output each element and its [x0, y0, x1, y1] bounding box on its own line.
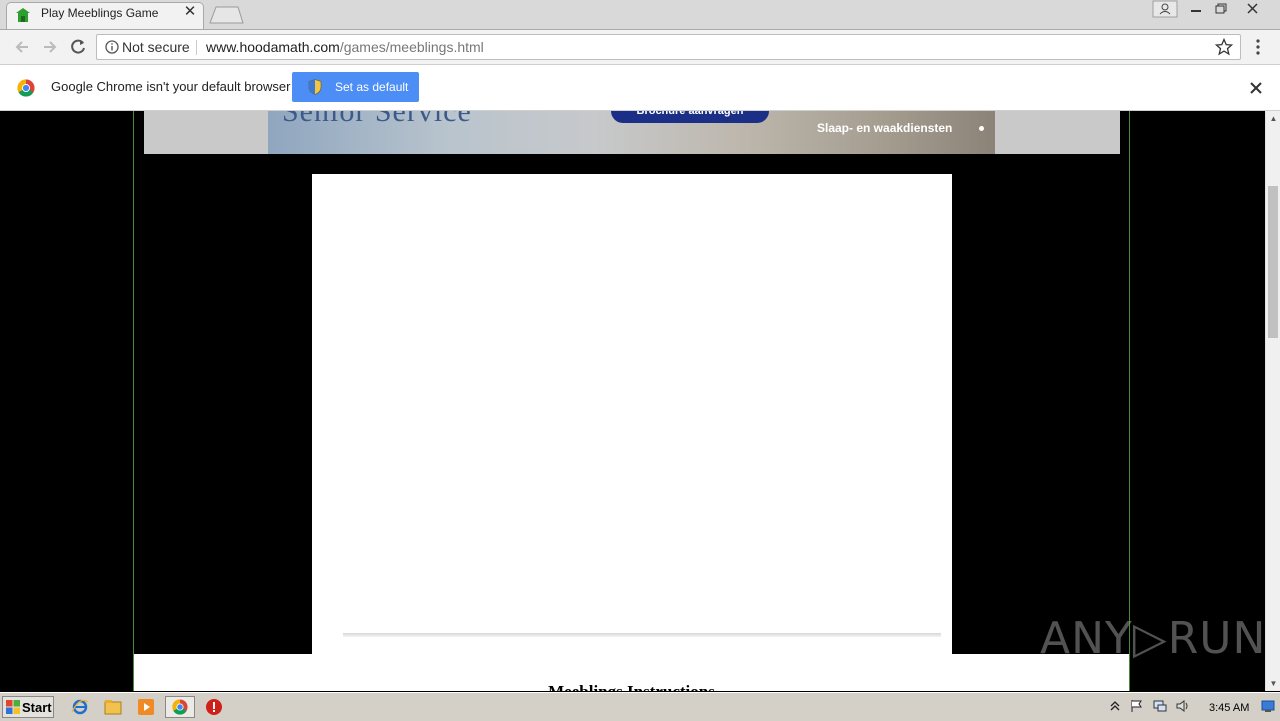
windows-taskbar: Start 3:45 AM	[0, 692, 1280, 721]
restore-icon[interactable]	[1207, 0, 1233, 18]
ad-service-text: Slaap- en waakdiensten	[817, 121, 953, 135]
tab-strip: Play Meeblings Game ✕	[0, 0, 1280, 30]
address-bar[interactable]: Not secure www.hoodamath.com/games/meebl…	[96, 34, 1241, 60]
media-player-icon[interactable]	[137, 698, 155, 716]
show-hidden-icons-icon[interactable]	[1108, 699, 1122, 713]
set-as-default-button[interactable]: Set as default	[292, 72, 419, 102]
chrome-taskbar-icon	[172, 699, 188, 715]
url-path: /games/meeblings.html	[339, 39, 484, 55]
file-explorer-icon[interactable]	[104, 698, 122, 716]
forward-arrow-icon[interactable]	[40, 37, 60, 57]
url-text[interactable]: www.hoodamath.com/games/meeblings.html	[206, 39, 484, 55]
scroll-up-icon[interactable]: ▲	[1266, 111, 1280, 126]
page-viewport: Senior Service Brochure aanvragen Slaap-…	[0, 111, 1265, 691]
taskbar-chrome-button[interactable]	[165, 696, 195, 718]
omnibox-divider	[196, 40, 197, 55]
default-browser-infobar: Google Chrome isn't your default browser…	[0, 65, 1280, 111]
info-icon[interactable]	[105, 40, 119, 54]
security-label: Not secure	[122, 39, 190, 55]
start-button[interactable]: Start	[2, 696, 54, 718]
back-arrow-icon[interactable]	[12, 37, 32, 57]
advertisement-banner[interactable]: Senior Service Brochure aanvragen Slaap-…	[268, 111, 995, 154]
infobar-message: Google Chrome isn't your default browser	[51, 79, 291, 94]
network-icon[interactable]	[1153, 699, 1167, 713]
close-window-icon[interactable]	[1240, 0, 1266, 18]
internet-explorer-icon[interactable]	[71, 698, 89, 716]
minimize-icon[interactable]	[1183, 0, 1209, 18]
scroll-thumb[interactable]	[1268, 186, 1278, 338]
game-frame-divider	[343, 633, 941, 637]
stop-sign-icon[interactable]	[205, 698, 223, 716]
chrome-logo-icon	[17, 79, 35, 97]
volume-icon[interactable]	[1176, 699, 1190, 713]
ad-brochure-button[interactable]: Brochure aanvragen	[611, 111, 769, 123]
action-center-flag-icon[interactable]	[1130, 699, 1144, 713]
infobar-close-icon[interactable]	[1247, 79, 1265, 97]
instructions-heading: Meeblings Instructions	[134, 682, 1129, 691]
start-label: Start	[22, 700, 52, 715]
tab-title: Play Meeblings Game	[41, 6, 159, 20]
tab-close-icon[interactable]: ✕	[182, 4, 198, 20]
taskbar-clock[interactable]: 3:45 AM	[1209, 702, 1249, 714]
bookmark-star-icon[interactable]	[1215, 38, 1233, 56]
browser-toolbar: Not secure www.hoodamath.com/games/meebl…	[0, 30, 1280, 65]
instructions-section: Meeblings Instructions	[134, 654, 1129, 691]
ad-brand-text: Senior Service	[282, 111, 472, 128]
hoodamath-favicon-icon	[16, 8, 30, 22]
vertical-scrollbar[interactable]: ▲ ▼	[1265, 111, 1280, 691]
set-as-default-label: Set as default	[335, 80, 409, 94]
chrome-menu-icon[interactable]	[1250, 38, 1266, 56]
reload-icon[interactable]	[68, 37, 88, 57]
show-desktop-icon[interactable]	[1261, 699, 1275, 713]
windows-flag-icon	[6, 700, 20, 714]
url-host: www.hoodamath.com	[206, 39, 340, 55]
ad-bullet	[979, 126, 984, 131]
new-tab-button[interactable]	[208, 6, 244, 24]
uac-shield-icon	[308, 79, 322, 95]
profile-icon[interactable]	[1152, 0, 1178, 18]
game-frame[interactable]	[312, 174, 952, 654]
scroll-down-icon[interactable]: ▼	[1266, 676, 1280, 691]
system-tray: 3:45 AM	[1104, 695, 1280, 719]
anyrun-watermark: ANY▷RUN	[1040, 613, 1265, 664]
